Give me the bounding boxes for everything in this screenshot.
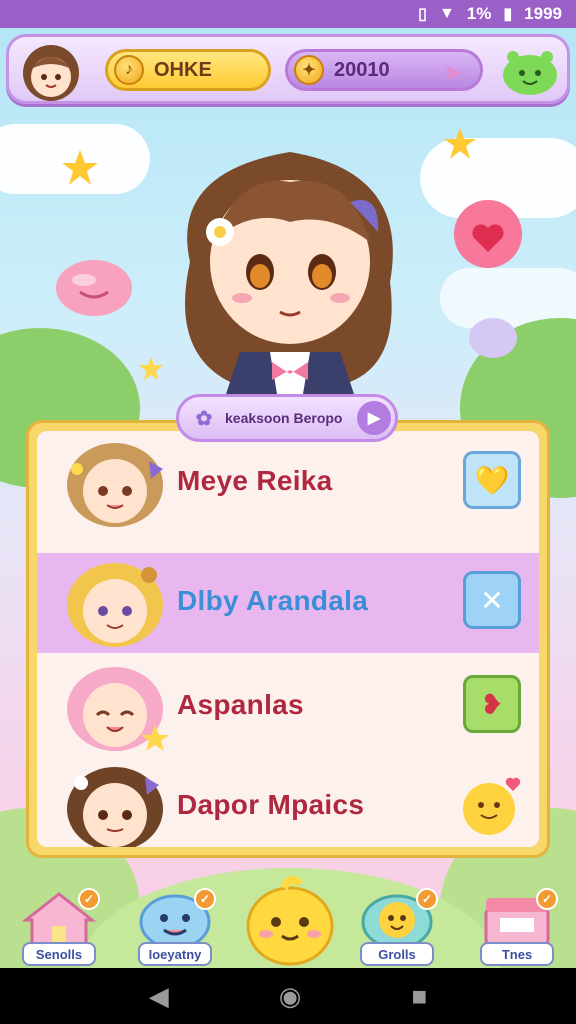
- smiley-heart-icon[interactable]: [455, 771, 525, 837]
- flower-icon: ✿: [195, 407, 213, 430]
- list-item-selected[interactable]: Dlby Arandala ✕: [37, 553, 539, 653]
- character-name: Aspanlas: [177, 689, 304, 720]
- character-portrait: [67, 443, 163, 527]
- notification-badge: ✓: [536, 888, 558, 910]
- character-portrait: [67, 667, 169, 751]
- character-portrait: [67, 767, 163, 847]
- player-character: [185, 152, 393, 412]
- back-icon[interactable]: ◀: [149, 981, 169, 1012]
- character-name: Dapor Mpaics: [177, 789, 365, 820]
- coin-icon: ♪: [114, 55, 144, 85]
- gem-currency[interactable]: ✦ 20010 ➤: [285, 49, 483, 91]
- heart-check-icon[interactable]: 💛: [463, 451, 521, 509]
- nav-label: Senolls: [22, 942, 96, 966]
- character-name: Dlby Arandala: [177, 585, 369, 616]
- nav-friends[interactable]: ✓ Grolls: [358, 888, 438, 968]
- nav-home[interactable]: ✓ Senolls: [20, 888, 100, 968]
- gem-amount: 20010: [334, 58, 390, 81]
- sparkle-x-icon[interactable]: ✕: [463, 571, 521, 629]
- send-arrow-icon[interactable]: ➤: [436, 56, 470, 90]
- chick-main-button[interactable]: [244, 870, 336, 966]
- clock: 1999: [524, 4, 562, 23]
- recents-icon[interactable]: ■: [411, 981, 427, 1012]
- play-arrow-icon[interactable]: ▶: [357, 401, 391, 435]
- home-icon[interactable]: ◉: [279, 981, 302, 1012]
- slime-pet-icon[interactable]: [501, 43, 559, 97]
- top-bar: ♪ OHKE ✦ 20010 ➤: [6, 34, 570, 104]
- star-icon: [62, 150, 98, 185]
- gem-coin-icon: ✦: [294, 55, 324, 85]
- nav-label: Tnes: [480, 942, 554, 966]
- nav-collection[interactable]: ✓ Ioeyatny: [136, 888, 216, 968]
- status-bar: ▯ ▼ 1% ▮ 1999: [0, 0, 576, 28]
- list-item[interactable]: Meye Reika 💛: [37, 433, 539, 533]
- heart-bubble-icon: [454, 200, 522, 268]
- game-scene: ♪ OHKE ✦ 20010 ➤ Meye Reika 💛 Dlby Arand…: [0, 28, 576, 968]
- notification-badge: ✓: [78, 888, 100, 910]
- system-nav-bar: ◀ ◉ ■: [0, 968, 576, 1024]
- pink-blob-icon: [56, 260, 132, 316]
- notification-badge: ✓: [194, 888, 216, 910]
- nav-label: Grolls: [360, 942, 434, 966]
- character-list: Meye Reika 💛 Dlby Arandala ✕ Aspanlas ❥ …: [37, 431, 539, 847]
- panel-title-banner[interactable]: ✿ keaksoon Beropo ▶: [176, 394, 398, 442]
- vibrate-icon: ▯: [418, 6, 427, 23]
- gold-amount: OHKE: [154, 58, 212, 81]
- character-list-panel: Meye Reika 💛 Dlby Arandala ✕ Aspanlas ❥ …: [26, 420, 550, 858]
- battery-icon: ▮: [503, 6, 513, 23]
- character-name: Meye Reika: [177, 465, 333, 496]
- wifi-icon: ▼: [438, 5, 455, 22]
- panel-title: keaksoon Beropo: [225, 410, 343, 426]
- character-portrait: [67, 563, 163, 647]
- notification-badge: ✓: [416, 888, 438, 910]
- gold-currency[interactable]: ♪ OHKE: [105, 49, 271, 91]
- nav-label: Ioeyatny: [138, 942, 212, 966]
- purple-blob-icon: [469, 318, 517, 358]
- list-item[interactable]: Aspanlas ❥: [37, 657, 539, 757]
- player-avatar[interactable]: [15, 39, 87, 103]
- nav-shop[interactable]: ✓ Tnes: [478, 888, 558, 968]
- list-item[interactable]: Dapor Mpaics: [37, 757, 539, 847]
- battery-percent: 1%: [466, 4, 492, 23]
- gift-icon[interactable]: ❥: [463, 675, 521, 733]
- star-icon: [444, 128, 476, 159]
